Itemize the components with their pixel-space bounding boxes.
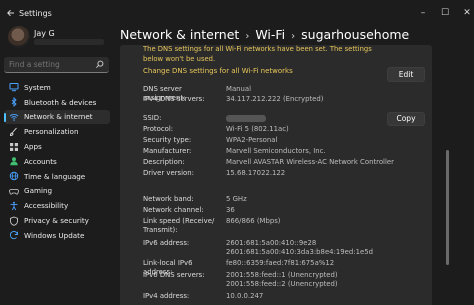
property-value [226,114,266,123]
property-value: 2001:558:feed::1 (Unencrypted) 2001:558:f… [226,271,338,288]
bluetooth-icon [11,97,17,108]
edit-button[interactable]: Edit [387,67,425,82]
avatar [8,26,30,48]
property-value: 866/866 (Mbps) [226,217,281,225]
globe-icon [9,171,19,181]
property-value: 15.68.17022.122 [226,169,286,177]
sidebar-item-system[interactable]: System [4,80,110,95]
sidebar-item-label: Network & internet [24,112,93,122]
redacted-ssid [226,114,266,122]
search-icon [96,60,104,68]
property-label: Protocol: [143,125,174,133]
property-value: fe80::6359:faed:7f81:675a%12 [226,259,335,267]
property-label: Description: [143,158,185,166]
property-value: 5 GHz [226,195,247,203]
breadcrumb-wifi[interactable]: Wi-Fi [255,27,285,42]
sidebar-item-label: Privacy & security [24,216,89,226]
property-label: IPv4 DNS servers: [143,95,205,103]
window-controls: – ☐ ✕ [418,8,472,18]
property-value: 2601:681:5a00:410::9e28 2601:681:5a00:410… [226,239,373,256]
property-value: Marvell AVASTAR Wireless-AC Network Cont… [226,158,394,166]
search-box[interactable] [4,57,109,73]
monitor-icon [9,83,19,92]
sidebar-item-apps[interactable]: Apps [4,139,110,154]
sidebar-item-label: Apps [24,142,42,152]
sidebar-item-label: Accessibility [24,201,69,211]
property-label: Network band: [143,195,194,203]
breadcrumb-network[interactable]: Network & internet [120,27,239,42]
sidebar-item-label: Windows Update [24,230,85,240]
sidebar-item-gaming[interactable]: Gaming [4,184,110,199]
user-profile[interactable]: Jay G [4,26,114,56]
breadcrumb-separator-icon: › [245,31,250,42]
shield-icon [10,216,18,226]
breadcrumb-separator-icon: › [291,31,296,42]
sidebar-item-label: Time & language [24,171,86,181]
sidebar-item-label: System [24,82,51,92]
property-label: Security type: [143,136,192,144]
brush-icon [10,127,17,136]
properties-panel: The DNS settings for all Wi-Fi networks … [120,45,432,305]
property-label: Network channel: [143,206,204,214]
minimize-icon[interactable]: – [418,8,428,18]
property-value: 36 [226,206,235,214]
dns-warning: The DNS settings for all Wi-Fi networks … [143,45,372,63]
property-value: Manual [226,85,252,93]
copy-button[interactable]: Copy [387,112,425,126]
sidebar-item-accessibility[interactable]: Accessibility [4,198,110,213]
sidebar-nav: System Bluetooth & devices Network & inter… [4,80,110,243]
sidebar-item-personalization[interactable]: Personalization [4,124,110,139]
sidebar-item-privacy-security[interactable]: Privacy & security [4,213,110,228]
sidebar-item-bluetooth-devices[interactable]: Bluetooth & devices [4,95,110,110]
search-input[interactable] [9,60,94,69]
sidebar-item-windows-update[interactable]: Windows Update [4,228,110,243]
title-bar: Settings – ☐ ✕ [0,0,474,26]
breadcrumb-network-name: sugarhousehome [301,27,410,42]
back-arrow-icon[interactable] [6,8,16,18]
close-icon[interactable]: ✕ [462,8,472,18]
property-label: SSID: [143,114,162,122]
apps-icon [10,142,18,151]
breadcrumb: Network & internet › Wi-Fi › sugarhousehome [120,27,409,42]
property-label: Driver version: [143,169,194,177]
controller-icon [9,189,19,195]
property-value: 10.0.0.247 [226,292,264,300]
sidebar-item-accounts[interactable]: Accounts [4,154,110,169]
update-icon [9,231,18,240]
accessibility-icon [10,201,18,210]
person-icon [10,157,18,166]
app-title: Settings [19,9,52,18]
maximize-icon[interactable]: ☐ [440,8,450,18]
property-label: IPv6 DNS servers: [143,271,205,279]
sidebar-item-time-language[interactable]: Time & language [4,169,110,184]
sidebar-item-label: Bluetooth & devices [24,97,97,107]
property-value: 34.117.212.222 (Encrypted) [226,95,324,103]
user-name: Jay G [34,29,55,38]
property-label: IPv4 address: [143,292,190,300]
change-dns-link[interactable]: Change DNS settings for all Wi-Fi networ… [143,67,293,75]
property-label: Link speed (Receive/Transmit): [143,217,215,234]
property-label: Manufacturer: [143,147,192,155]
property-value: Wi-Fi 5 (802.11ac) [226,125,289,133]
redacted-email [34,39,104,45]
wifi-icon [9,114,19,122]
sidebar-item-label: Personalization [24,127,79,137]
property-label: IPv6 address: [143,239,190,247]
sidebar-item-label: Gaming [24,186,53,196]
sidebar-item-label: Accounts [24,156,57,166]
property-value: WPA2-Personal [226,136,278,144]
property-value: Marvell Semiconductors, Inc. [226,147,326,155]
scrollbar[interactable] [446,150,449,265]
sidebar-item-network-internet[interactable]: Network & internet [4,109,110,125]
